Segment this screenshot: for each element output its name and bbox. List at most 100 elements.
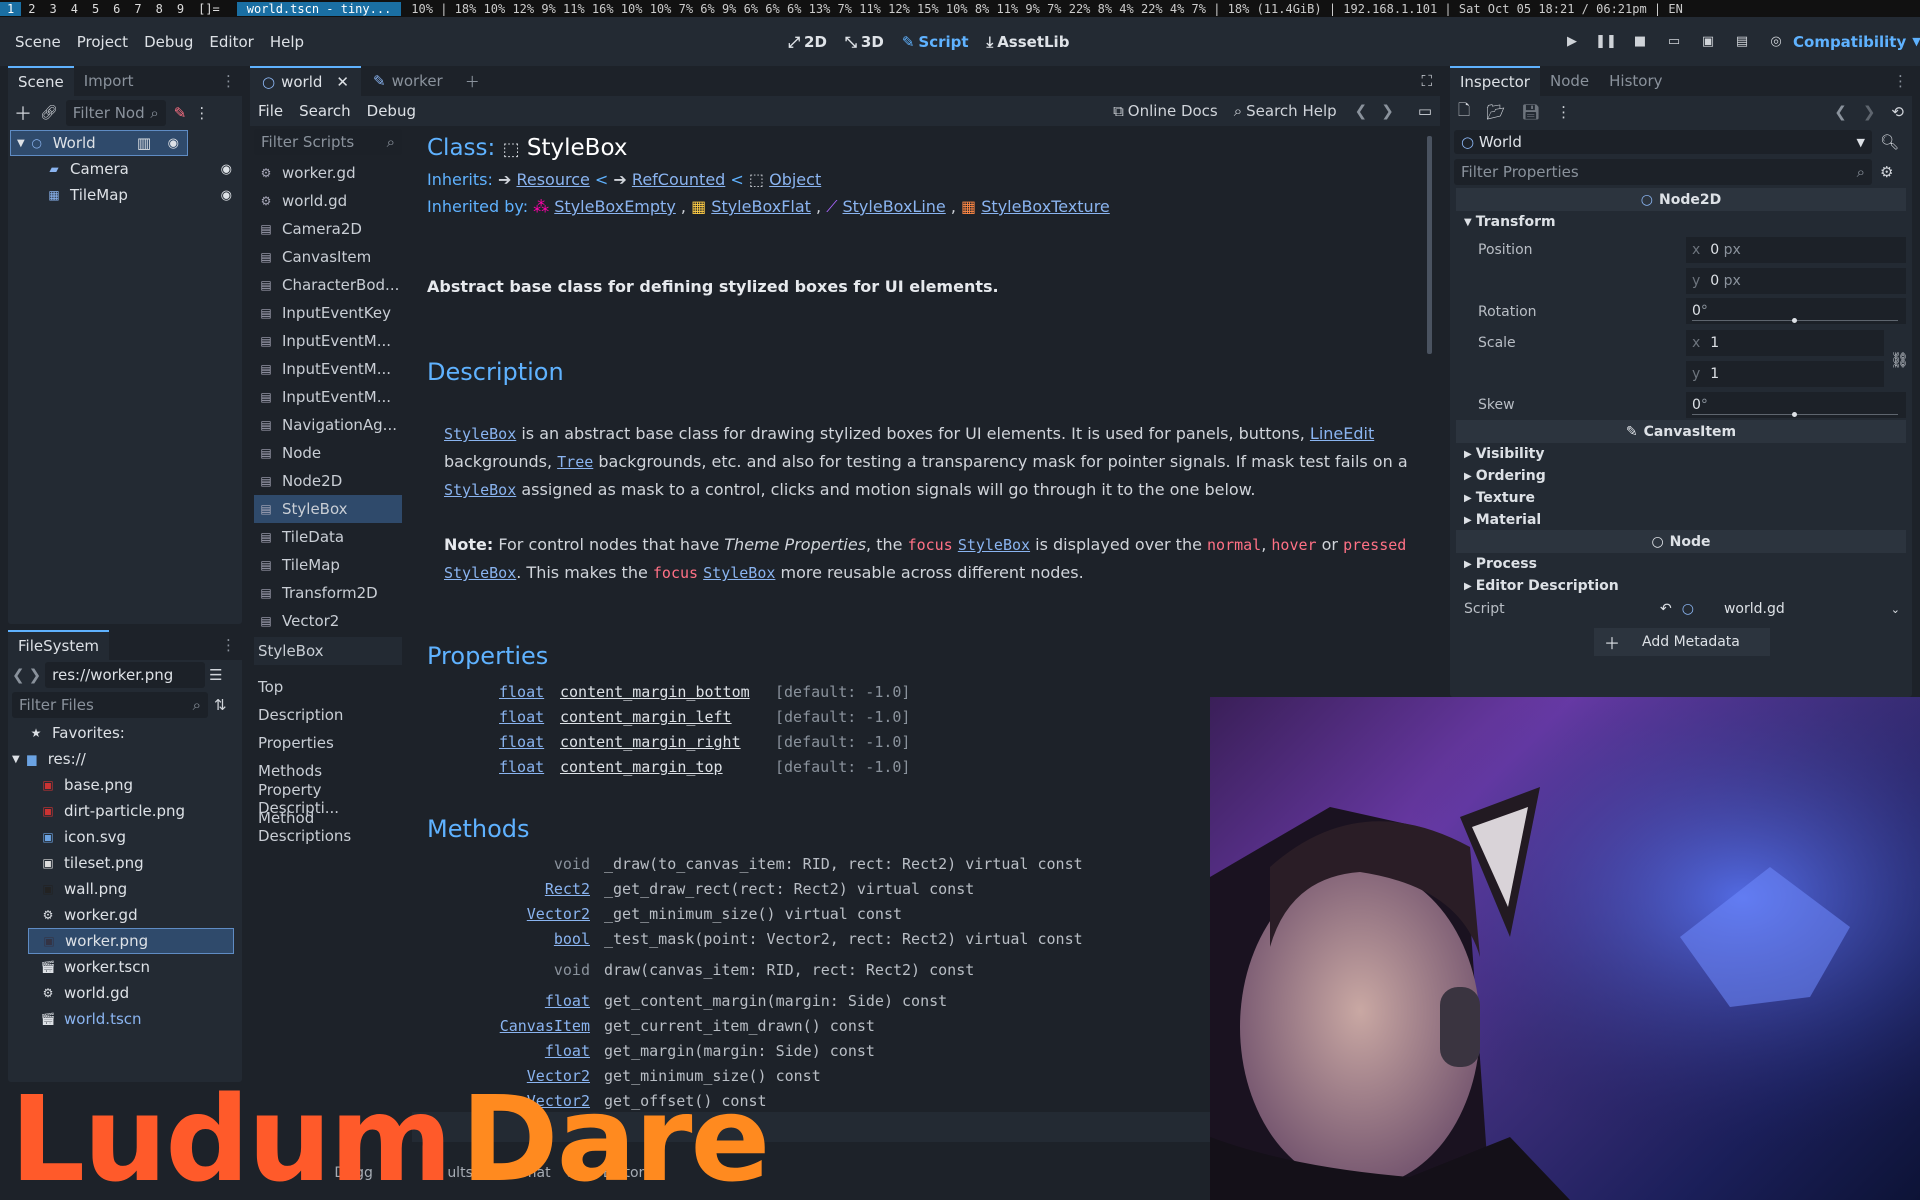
script-list-item[interactable]: ▤ InputEventM... (254, 383, 402, 411)
slider-handle[interactable] (1792, 412, 1797, 417)
save-resource-icon[interactable]: 💾︎ (1521, 103, 1540, 121)
method-signature[interactable]: draw(canvas_item: RID, rect: Rect2) cons… (604, 961, 974, 979)
scene-node-tilemap[interactable]: ▦ TileMap ◉ (10, 182, 240, 208)
script-list-item[interactable]: ▤ TileData (254, 523, 402, 551)
tab-scene[interactable]: Scene (8, 66, 74, 96)
script-list-item[interactable]: ▤ Node2D (254, 467, 402, 495)
transform-section[interactable]: ▼ Transform (1456, 211, 1912, 233)
property-name-link[interactable]: content_margin_right (560, 733, 741, 751)
link-scale-icon[interactable]: ⛓ (1890, 351, 1909, 369)
visibility-eye-icon[interactable]: ◉ (221, 188, 232, 203)
editor-tab-worker[interactable]: ✎ worker (361, 66, 455, 96)
file-worker-tscn[interactable]: 🎬︎ worker.tscn (8, 954, 242, 980)
section-process[interactable]: ▶ Process (1456, 553, 1906, 575)
tree-link[interactable]: Tree (557, 453, 593, 471)
workspace-6[interactable]: 6 (106, 2, 127, 16)
play-scene-icon[interactable]: ▣ (1698, 32, 1718, 52)
search-help-button[interactable]: ⌕ Search Help (1234, 102, 1337, 120)
inherits-object-link[interactable]: Object (769, 170, 821, 189)
play-custom-scene-icon[interactable]: ▤ (1732, 32, 1752, 52)
path-field[interactable]: res://worker.png (45, 662, 206, 688)
pause-icon[interactable]: ❚❚ (1595, 32, 1617, 52)
script-list-item[interactable]: ▤ NavigationAg... (254, 411, 402, 439)
lineedit-link[interactable]: LineEdit (1310, 424, 1374, 443)
file-world-gd[interactable]: ⚙ world.gd (8, 980, 242, 1006)
split-view-icon[interactable]: ☰ (209, 666, 222, 684)
tab-history[interactable]: History (1599, 66, 1672, 96)
file-worker-png[interactable]: ▣ worker.png (28, 928, 234, 954)
section-editor-description[interactable]: ▶ Editor Description (1456, 575, 1906, 597)
workspace-2[interactable]: 2 (21, 2, 42, 16)
method-signature[interactable]: _get_minimum_size() virtual const (604, 905, 902, 923)
section-visibility[interactable]: ▶ Visibility (1456, 443, 1906, 465)
close-icon[interactable]: ✕ (336, 73, 349, 91)
back-icon[interactable]: ❮ (12, 666, 25, 684)
play-icon[interactable]: ▶ (1562, 32, 1582, 52)
property-type-link[interactable]: float (499, 683, 544, 701)
property-type-link[interactable]: float (499, 758, 544, 776)
script-icon[interactable]: ▥ (137, 134, 151, 152)
stylebox-link[interactable]: StyleBox (444, 481, 516, 499)
position-y-field[interactable]: y0 px (1686, 268, 1906, 294)
property-name-link[interactable]: content_margin_left (560, 708, 732, 726)
script-menu-file[interactable]: File (250, 102, 291, 120)
revert-icon[interactable]: ↶ (1660, 601, 1672, 617)
property-type-link[interactable]: float (499, 733, 544, 751)
script-list-item[interactable]: ⚙ worker.gd (254, 159, 402, 187)
outline-item[interactable]: Top (254, 673, 402, 701)
visibility-eye-icon[interactable]: ◉ (221, 162, 232, 177)
script-list-item[interactable]: ▤ TileMap (254, 551, 402, 579)
mode-2d-button[interactable]: ⤢ 2D (788, 33, 827, 51)
object-selector[interactable]: ○ World ▼ (1454, 130, 1872, 154)
file-world-tscn[interactable]: 🎬︎ world.tscn (8, 1006, 242, 1032)
script-list-item[interactable]: ▤ CharacterBod... (254, 271, 402, 299)
stop-icon[interactable]: ■ (1630, 32, 1650, 52)
dock-menu-icon[interactable]: ⋮ (1893, 72, 1912, 90)
link-icon[interactable]: 🔗︎ (40, 105, 58, 121)
script-attach-icon[interactable]: ✎ (174, 104, 187, 122)
script-list-item[interactable]: ▤ InputEventM... (254, 355, 402, 383)
stylebox-texture-link[interactable]: StyleBoxTexture (981, 197, 1110, 216)
remote-debug-icon[interactable]: ▭ (1664, 32, 1684, 52)
visibility-eye-icon[interactable]: ◉ (168, 136, 179, 151)
method-return-type[interactable]: Vector2 (527, 905, 590, 923)
section-material[interactable]: ▶ Material (1456, 509, 1906, 531)
add-metadata-button[interactable]: ＋ Add Metadata (1594, 628, 1770, 656)
scale-y-field[interactable]: y1 (1686, 361, 1884, 387)
filter-files-input[interactable]: Filter Files ⌕ (12, 692, 208, 718)
method-signature[interactable]: _test_mask(point: Vector2, rect: Rect2) … (604, 930, 1083, 948)
script-list-item[interactable]: ▤ CanvasItem (254, 243, 402, 271)
method-signature[interactable]: get_margin(margin: Side) const (604, 1042, 875, 1060)
workspace-7[interactable]: 7 (127, 2, 148, 16)
history-forward-icon[interactable]: ❯ (1381, 102, 1394, 120)
tab-node[interactable]: Node (1540, 66, 1599, 96)
skew-slider[interactable]: 0 ° (1686, 392, 1906, 418)
outline-item[interactable]: Properties (254, 729, 402, 757)
script-list-item[interactable]: ▤ Camera2D (254, 215, 402, 243)
history-back-icon[interactable]: ❮ (1834, 103, 1847, 121)
method-return-type[interactable]: bool (554, 930, 590, 948)
scene-node-world[interactable]: ▼ ○ World ▥ ◉ (10, 130, 188, 156)
menu-scene[interactable]: Scene (7, 33, 69, 51)
file-icon-svg[interactable]: ▣ icon.svg (8, 824, 242, 850)
menu-editor[interactable]: Editor (201, 33, 261, 51)
script-list-item[interactable]: ▤ Node (254, 439, 402, 467)
property-type-link[interactable]: float (499, 708, 544, 726)
mode-script-button[interactable]: ✎ Script (902, 33, 969, 51)
method-signature[interactable]: get_current_item_drawn() const (604, 1017, 875, 1035)
stylebox-empty-link[interactable]: StyleBoxEmpty (554, 197, 676, 216)
stylebox-link[interactable]: StyleBox (958, 536, 1030, 554)
section-ordering[interactable]: ▶ Ordering (1456, 465, 1906, 487)
add-node-icon[interactable]: ＋ (14, 100, 32, 126)
tab-filesystem[interactable]: FileSystem (8, 630, 110, 660)
inherits-resource-link[interactable]: Resource (516, 170, 589, 189)
slider-handle[interactable] (1792, 318, 1797, 323)
forward-icon[interactable]: ❯ (29, 666, 42, 684)
script-list-item[interactable]: ▤ InputEventKey (254, 299, 402, 327)
workspace-9[interactable]: 9 (170, 2, 191, 16)
workspace-5[interactable]: 5 (85, 2, 106, 16)
sort-icon[interactable]: ⇅ (214, 696, 227, 714)
menu-project[interactable]: Project (69, 33, 136, 51)
doc-scrollbar[interactable] (1427, 136, 1432, 354)
history-forward-icon[interactable]: ❯ (1863, 103, 1876, 121)
